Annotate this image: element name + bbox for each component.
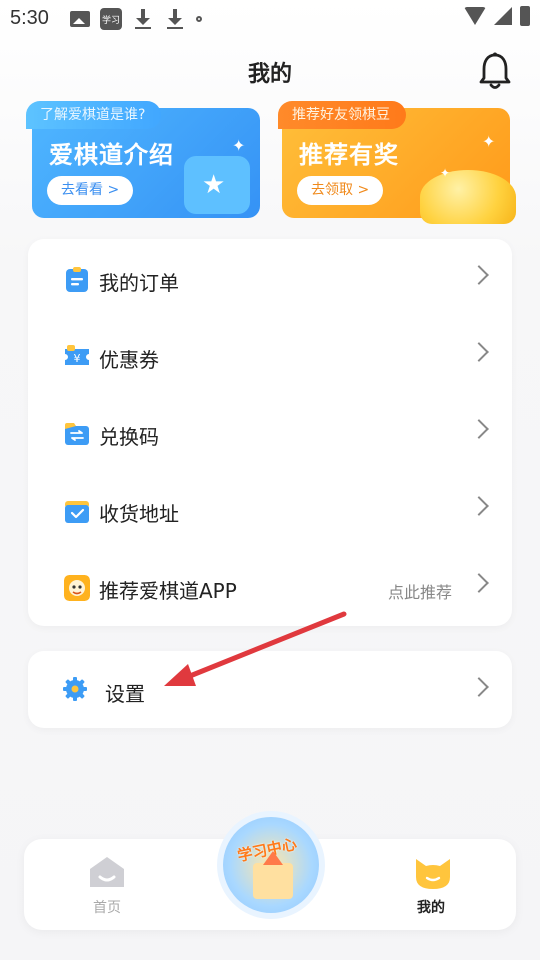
- nav-study-center[interactable]: 学习中心: [223, 817, 319, 913]
- system-icons: [464, 6, 530, 26]
- referral-banner-tag: 推荐好友领棋豆: [278, 101, 406, 129]
- coupon-icon: ¥: [65, 345, 89, 365]
- menu-item-label: 收货地址: [99, 502, 179, 526]
- redeem-code-icon: [65, 423, 89, 445]
- intro-banner[interactable]: 了解爱棋道是谁? ★ ✦ 爱棋道介绍 去看看 >: [26, 101, 260, 218]
- intro-view-button[interactable]: 去看看 >: [47, 176, 134, 205]
- referral-claim-button[interactable]: 去领取 >: [297, 176, 384, 205]
- dot-icon: [196, 16, 202, 22]
- sparkle-icon: ✦: [440, 166, 451, 180]
- gear-icon: [63, 677, 87, 701]
- intro-banner-tag: 了解爱棋道是谁?: [26, 101, 162, 129]
- intro-banner-title: 爱棋道介绍: [49, 141, 174, 169]
- chevron-right-icon: [469, 496, 489, 516]
- referral-banner[interactable]: 推荐好友领棋豆 ✦ ✦ 推荐有奖 去领取 >: [278, 101, 516, 224]
- chevron-right-icon: [469, 342, 489, 362]
- recommend-hint: 点此推荐: [387, 583, 452, 602]
- menu-item-redeem-code[interactable]: 兑换码: [28, 395, 512, 472]
- menu-item-label: 兑换码: [99, 425, 159, 449]
- nav-mine-label: 我的: [417, 900, 445, 916]
- cat-face-icon: [416, 859, 450, 889]
- nav-home-label: 首页: [93, 900, 121, 916]
- star-icon: ★: [202, 170, 226, 200]
- home-icon: [90, 857, 124, 887]
- menu-item-label: 优惠券: [99, 348, 159, 372]
- menu-item-orders[interactable]: 我的订单: [28, 241, 512, 318]
- sparkle-icon: ✦: [482, 132, 496, 151]
- menu-item-coupons[interactable]: ¥ 优惠券: [28, 318, 512, 395]
- settings-label: 设置: [105, 682, 145, 706]
- order-icon: [66, 267, 88, 292]
- sparkle-icon: ✦: [232, 136, 246, 155]
- coin-illustration: [420, 170, 516, 224]
- wifi-icon: [464, 7, 486, 25]
- signal-icon: [494, 7, 512, 25]
- chevron-right-icon: [469, 677, 489, 697]
- page-title: 我的: [247, 62, 292, 87]
- annotation-arrow: [164, 611, 347, 686]
- app-notification-icon: 学习: [100, 8, 122, 30]
- address-icon: [65, 501, 89, 523]
- status-bar: 5:30 学习: [0, 0, 540, 40]
- referral-banner-title: 推荐有奖: [299, 141, 399, 169]
- app-logo-icon: [64, 575, 90, 601]
- bell-icon[interactable]: [478, 51, 512, 91]
- download-icon: [132, 8, 154, 30]
- menu-item-address[interactable]: 收货地址: [28, 472, 512, 549]
- chevron-right-icon: [469, 265, 489, 285]
- bottom-nav: 首页 学习中心 我的: [24, 817, 516, 930]
- download-icon: [164, 8, 186, 30]
- svg-text:¥: ¥: [74, 352, 81, 365]
- castle-illustration: [253, 851, 293, 899]
- menu-item-label: 我的订单: [99, 271, 179, 295]
- menu-card: 我的订单 ¥ 优惠券 兑换码 收货地址 推荐爱棋道APP 点此推荐: [28, 239, 512, 626]
- status-time: 5:30: [10, 7, 49, 29]
- chevron-right-icon: [469, 419, 489, 439]
- notification-icons: 学习: [70, 7, 202, 31]
- chevron-right-icon: [469, 573, 489, 593]
- battery-icon: [520, 6, 530, 26]
- image-notification-icon: [70, 11, 90, 27]
